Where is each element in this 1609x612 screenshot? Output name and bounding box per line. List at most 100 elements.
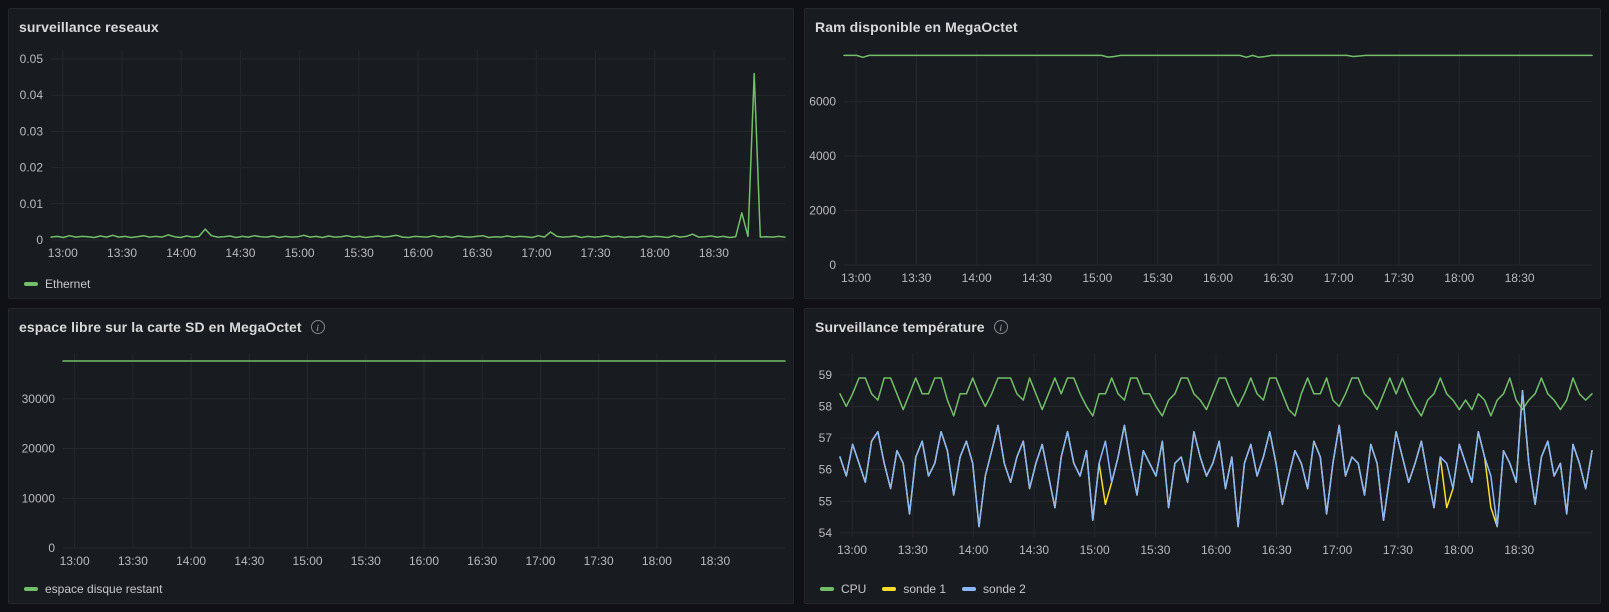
svg-text:13:00: 13:00 bbox=[841, 271, 871, 285]
svg-text:18:30: 18:30 bbox=[1505, 271, 1535, 285]
svg-text:56: 56 bbox=[819, 463, 833, 477]
svg-text:17:00: 17:00 bbox=[521, 246, 551, 260]
svg-text:4000: 4000 bbox=[809, 149, 836, 163]
legend-item[interactable]: sonde 2 bbox=[962, 582, 1026, 596]
svg-text:0: 0 bbox=[36, 233, 43, 247]
legend-item[interactable]: espace disque restant bbox=[24, 582, 162, 596]
svg-text:16:30: 16:30 bbox=[462, 246, 492, 260]
svg-text:0.03: 0.03 bbox=[20, 124, 44, 138]
chart-area: 13:00 13:30 14:00 14:30 15:00 15:30 16:00 16:30… bbox=[805, 345, 1600, 603]
svg-text:0.02: 0.02 bbox=[20, 161, 44, 175]
legend-series-label: espace disque restant bbox=[45, 582, 163, 596]
panel-title[interactable]: surveillance reseaux bbox=[19, 19, 159, 35]
svg-text:18:00: 18:00 bbox=[640, 246, 670, 260]
svg-text:17:00: 17:00 bbox=[525, 554, 555, 568]
chart-area: 13:00 13:30 14:00 14:30 15:00 15:30 16:00 16:30… bbox=[9, 345, 793, 603]
dashboard: { "panels": [ { "title": "surveillance r… bbox=[0, 0, 1609, 612]
svg-text:2000: 2000 bbox=[809, 204, 836, 218]
svg-text:0: 0 bbox=[48, 541, 55, 555]
time-series-chart-canvas[interactable]: 13:00 13:30 14:00 14:30 15:00 15:30 16:00 16:30… bbox=[9, 45, 793, 298]
panel-title[interactable]: espace libre sur la carte SD en MegaOcte… bbox=[19, 319, 302, 335]
svg-text:15:30: 15:30 bbox=[351, 554, 381, 568]
svg-text:13:30: 13:30 bbox=[898, 543, 928, 557]
legend-series-swatch bbox=[962, 587, 977, 591]
legend-item[interactable]: CPU bbox=[820, 582, 866, 596]
svg-text:15:00: 15:00 bbox=[1082, 271, 1112, 285]
svg-text:59: 59 bbox=[819, 368, 833, 382]
svg-text:14:00: 14:00 bbox=[166, 246, 196, 260]
panel-surveillance-reseaux: surveillance reseaux 13:00 13:30 14:00 14:3… bbox=[8, 8, 794, 299]
svg-text:15:30: 15:30 bbox=[344, 246, 374, 260]
svg-text:0.04: 0.04 bbox=[20, 88, 44, 102]
svg-text:16:00: 16:00 bbox=[409, 554, 439, 568]
svg-text:16:30: 16:30 bbox=[1263, 271, 1293, 285]
svg-text:14:30: 14:30 bbox=[234, 554, 264, 568]
svg-text:18:00: 18:00 bbox=[1444, 543, 1474, 557]
svg-text:15:30: 15:30 bbox=[1140, 543, 1170, 557]
legend-series-swatch bbox=[24, 282, 38, 286]
svg-text:14:30: 14:30 bbox=[225, 246, 255, 260]
svg-text:14:30: 14:30 bbox=[1019, 543, 1049, 557]
legend-series-label: sonde 2 bbox=[983, 582, 1026, 596]
svg-text:16:00: 16:00 bbox=[1201, 543, 1231, 557]
svg-text:15:00: 15:00 bbox=[285, 246, 315, 260]
svg-text:18:00: 18:00 bbox=[642, 554, 672, 568]
panel-espace-libre-sd: espace libre sur la carte SD en MegaOcte… bbox=[8, 308, 794, 604]
svg-text:0.05: 0.05 bbox=[20, 52, 44, 66]
legend-series-swatch bbox=[24, 587, 38, 591]
svg-text:13:30: 13:30 bbox=[118, 554, 148, 568]
svg-text:15:00: 15:00 bbox=[1080, 543, 1110, 557]
time-series-chart-canvas[interactable]: 13:00 13:30 14:00 14:30 15:00 15:30 16:00 16:30… bbox=[805, 345, 1600, 603]
svg-text:20000: 20000 bbox=[22, 442, 56, 456]
panel-ram-disponible: Ram disponible en MegaOctet 13:00 13:30 14… bbox=[804, 8, 1601, 299]
svg-text:18:30: 18:30 bbox=[1504, 543, 1534, 557]
svg-text:15:00: 15:00 bbox=[293, 554, 323, 568]
svg-text:0: 0 bbox=[829, 258, 836, 272]
legend-item[interactable]: sonde 1 bbox=[882, 582, 946, 596]
panel-header: Surveillance température i bbox=[805, 309, 1600, 345]
chart-area: 13:00 13:30 14:00 14:30 15:00 15:30 16:00 16:30… bbox=[805, 45, 1600, 298]
time-series-chart-canvas[interactable]: 13:00 13:30 14:00 14:30 15:00 15:30 16:00 16:30… bbox=[9, 345, 793, 603]
svg-text:17:30: 17:30 bbox=[1384, 271, 1414, 285]
svg-text:18:30: 18:30 bbox=[700, 554, 730, 568]
svg-text:57: 57 bbox=[819, 431, 833, 445]
svg-text:14:00: 14:00 bbox=[962, 271, 992, 285]
svg-text:17:30: 17:30 bbox=[1383, 543, 1413, 557]
svg-text:17:30: 17:30 bbox=[584, 554, 614, 568]
legend-series-swatch bbox=[882, 587, 897, 591]
svg-text:14:30: 14:30 bbox=[1022, 271, 1052, 285]
svg-text:6000: 6000 bbox=[809, 95, 836, 109]
info-icon[interactable]: i bbox=[993, 320, 1008, 334]
legend-series-label: CPU bbox=[841, 582, 867, 596]
svg-text:16:00: 16:00 bbox=[1203, 271, 1233, 285]
panel-header: Ram disponible en MegaOctet bbox=[805, 9, 1600, 45]
svg-text:16:00: 16:00 bbox=[403, 246, 433, 260]
legend-item[interactable]: Ethernet bbox=[24, 277, 90, 291]
svg-text:13:00: 13:00 bbox=[48, 246, 78, 260]
chart-legend: Ethernet bbox=[24, 277, 90, 291]
svg-text:58: 58 bbox=[819, 399, 833, 413]
svg-text:13:30: 13:30 bbox=[901, 271, 931, 285]
svg-text:13:00: 13:00 bbox=[60, 554, 90, 568]
info-icon[interactable]: i bbox=[310, 320, 325, 334]
chart-legend: CPU sonde 1 sonde 2 bbox=[820, 582, 1026, 596]
legend-series-swatch bbox=[820, 587, 834, 591]
svg-text:16:30: 16:30 bbox=[467, 554, 497, 568]
legend-series-label: sonde 1 bbox=[903, 582, 947, 596]
svg-text:17:00: 17:00 bbox=[1322, 543, 1352, 557]
svg-text:13:00: 13:00 bbox=[837, 543, 867, 557]
svg-text:10000: 10000 bbox=[22, 491, 56, 505]
time-series-chart-canvas[interactable]: 13:00 13:30 14:00 14:30 15:00 15:30 16:00 16:30… bbox=[805, 45, 1600, 298]
svg-text:15:30: 15:30 bbox=[1143, 271, 1173, 285]
panel-title[interactable]: Surveillance température bbox=[815, 319, 985, 335]
svg-text:17:30: 17:30 bbox=[581, 246, 611, 260]
panel-header: espace libre sur la carte SD en MegaOcte… bbox=[9, 309, 793, 345]
svg-text:16:30: 16:30 bbox=[1262, 543, 1292, 557]
panel-title[interactable]: Ram disponible en MegaOctet bbox=[815, 19, 1018, 35]
svg-text:30000: 30000 bbox=[22, 392, 56, 406]
svg-text:55: 55 bbox=[819, 494, 833, 508]
svg-text:14:00: 14:00 bbox=[958, 543, 988, 557]
chart-legend: espace disque restant bbox=[24, 582, 162, 596]
svg-text:13:30: 13:30 bbox=[107, 246, 137, 260]
svg-text:14:00: 14:00 bbox=[176, 554, 206, 568]
